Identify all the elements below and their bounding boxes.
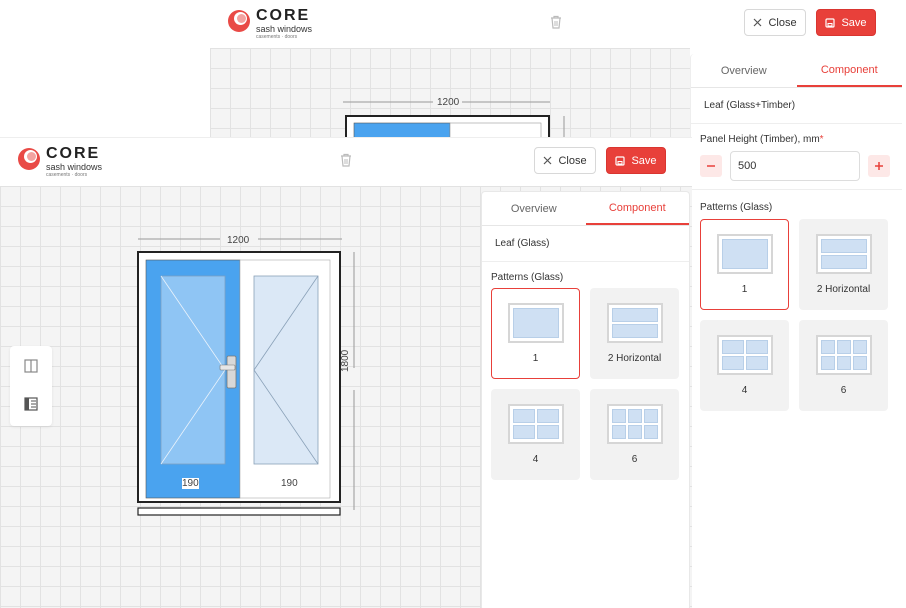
logo-subline: casements · doors (46, 172, 88, 178)
pattern-tile-1[interactable]: 1 (491, 288, 580, 379)
pattern-tile-1[interactable]: 1 (700, 219, 789, 310)
pattern-preview (815, 234, 872, 274)
logo-mark-icon (228, 8, 252, 32)
logo-word: CORE (46, 145, 101, 162)
tab-component[interactable]: Component (585, 192, 689, 225)
panel-tabs: Overview Component (482, 192, 689, 226)
pattern-label: 4 (532, 454, 539, 465)
panel-height-stepper: 500 (691, 151, 902, 181)
pattern-preview (815, 335, 872, 375)
patterns-label: Patterns (Glass) (700, 202, 773, 213)
pattern-preview (507, 303, 564, 343)
back-panel-tabs: Overview Component (691, 54, 902, 88)
close-button-label: Close (558, 154, 587, 167)
panel-height-label: Panel Height (Timber), mm* (691, 134, 902, 145)
top-bar: CORE sash windows casements · doors Clos… (210, 0, 906, 48)
close-button[interactable]: Close (534, 147, 596, 174)
logo-subline: casements · doors (256, 34, 298, 40)
close-button-label: Close (768, 16, 797, 29)
tab-overview[interactable]: Overview (691, 54, 797, 87)
trash-icon[interactable] (340, 153, 352, 167)
pattern-label: 2 Horizontal (816, 284, 871, 295)
pattern-tile-2-horizontal[interactable]: 2 Horizontal (590, 288, 679, 379)
pattern-tiles: 1 2 Horizontal 4 6 (691, 219, 902, 411)
front-screenshot: CORE sash windows casements · doors Clos… (0, 138, 692, 608)
trash-icon[interactable] (550, 15, 562, 29)
panel-height-input[interactable]: 500 (730, 151, 860, 181)
pattern-label: 6 (631, 454, 638, 465)
pattern-label: 1 (741, 284, 748, 295)
view-toolbar (10, 346, 52, 426)
pattern-label: 2 Horizontal (607, 353, 662, 364)
pattern-tile-2-horizontal[interactable]: 2 Horizontal (799, 219, 888, 310)
pattern-tile-6[interactable]: 6 (799, 320, 888, 411)
back-properties-panel: Overview Component Leaf (Glass+Timber) P… (690, 54, 902, 608)
pattern-label: 6 (840, 385, 847, 396)
tab-overview[interactable]: Overview (482, 192, 586, 225)
close-icon (754, 18, 762, 27)
section-title: Leaf (Glass) (482, 226, 689, 262)
back-width-dimension: 1200 (437, 97, 460, 108)
increment-button[interactable] (868, 155, 890, 177)
pattern-preview (606, 404, 663, 444)
minus-icon (707, 165, 715, 167)
pattern-tile-4[interactable]: 4 (700, 320, 789, 411)
handle-icon (226, 355, 237, 389)
pattern-preview (606, 303, 663, 343)
save-button-label: Save (841, 16, 867, 29)
patterns-label: Patterns (Glass) (491, 272, 564, 283)
save-button[interactable]: Save (606, 147, 666, 174)
pattern-tiles: 1 2 Horizontal 4 6 (482, 288, 689, 480)
logo-tagline: sash windows (46, 162, 103, 172)
required-marker: * (819, 134, 824, 145)
pattern-preview (716, 335, 773, 375)
logo-tagline: sash windows (256, 24, 313, 34)
properties-panel: Overview Component Leaf (Glass) Patterns… (481, 191, 690, 608)
pattern-preview (716, 234, 773, 274)
logo-mark-icon (18, 146, 42, 170)
save-icon (825, 17, 836, 28)
pattern-label: 4 (741, 385, 748, 396)
logo-word: CORE (256, 7, 311, 24)
save-button[interactable]: Save (816, 9, 876, 36)
pattern-tile-4[interactable]: 4 (491, 389, 580, 480)
plus-icon (875, 162, 883, 170)
split-view-icon[interactable] (24, 359, 38, 373)
pattern-preview (507, 404, 564, 444)
width-dimension: 1200 (227, 235, 250, 246)
right-leaf-width-label: 190 (281, 478, 298, 489)
left-leaf-width-label: 190 (182, 478, 199, 489)
close-button[interactable]: Close (744, 9, 806, 36)
pattern-tile-6[interactable]: 6 (590, 389, 679, 480)
section-title: Leaf (Glass+Timber) (691, 88, 902, 124)
decrement-button[interactable] (700, 155, 722, 177)
list-view-icon[interactable] (24, 397, 38, 411)
tab-component[interactable]: Component (796, 54, 902, 87)
logo: CORE sash windows casements · doors (18, 146, 102, 178)
save-button-label: Save (631, 154, 657, 167)
height-dimension: 1800 (340, 349, 351, 372)
pattern-label: 1 (532, 353, 539, 364)
panel-height-label-text: Panel Height (Timber), mm (700, 134, 820, 145)
window-drawing (137, 238, 355, 516)
logo: CORE sash windows casements · doors (228, 8, 312, 40)
save-icon (615, 155, 626, 166)
top-bar: CORE sash windows casements · doors Clos… (0, 138, 692, 186)
close-icon (544, 156, 552, 165)
